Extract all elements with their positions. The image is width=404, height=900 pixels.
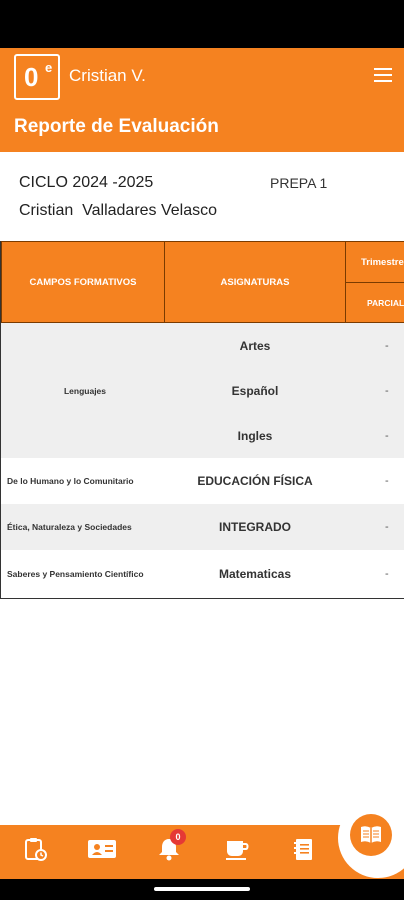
hamburger-menu-icon[interactable]	[374, 68, 392, 82]
coffee-cup-icon[interactable]	[224, 836, 250, 862]
grade-cell: -	[385, 475, 389, 487]
grade-cell: -	[385, 568, 389, 580]
grade-cell: -	[385, 340, 389, 352]
app-logo: 0 e	[14, 54, 60, 100]
student-info: CICLO 2024 -2025 PREPA 1 Cristian Vallad…	[0, 152, 404, 240]
status-bar	[0, 0, 404, 48]
clipboard-clock-icon[interactable]	[22, 836, 48, 862]
subject-cell: INTEGRADO	[219, 520, 291, 534]
user-name: Cristian V.	[69, 66, 146, 85]
header-parcial: PARCIAL	[345, 282, 404, 323]
school-cycle: CICLO 2024 -2025	[19, 174, 154, 191]
open-book-icon	[361, 826, 381, 843]
subject-cell: EDUCACIÓN FÍSICA	[197, 474, 313, 488]
logo-text: 0	[24, 62, 39, 92]
subject-cell: Matematicas	[218, 567, 292, 581]
grade-level: PREPA 1	[270, 175, 328, 191]
app-header: 0 e Cristian V. Reporte de Evaluación	[0, 48, 404, 152]
campo-formativo-cell: Lenguajes	[63, 385, 107, 396]
notification-badge: 0	[170, 829, 186, 845]
evaluation-table: CAMPOS FORMATIVOS ASIGNATURAS Trimestre …	[0, 241, 404, 599]
page-title: Reporte de Evaluación	[14, 116, 219, 137]
table-row: De lo Humano y lo Comunitario EDUCACIÓN …	[1, 458, 404, 504]
header-campos-formativos: CAMPOS FORMATIVOS	[1, 241, 165, 323]
notebook-icon[interactable]	[291, 836, 317, 862]
table-row: Ética, Naturaleza y Sociedades INTEGRADO…	[1, 504, 404, 550]
campo-formativo-cell: Ética, Naturaleza y Sociedades	[7, 522, 132, 532]
grade-cell: -	[385, 430, 389, 442]
logo-superscript: e	[45, 60, 53, 75]
campo-formativo-cell: Saberes y Pensamiento Científico	[7, 569, 144, 579]
home-gesture-handle[interactable]	[154, 887, 250, 891]
subject-cell: Español	[231, 384, 279, 398]
table-row: Saberes y Pensamiento Científico Matemat…	[1, 550, 404, 598]
contact-card-icon[interactable]	[87, 836, 117, 862]
grade-cell: -	[385, 385, 389, 397]
subject-cell: Artes	[239, 339, 271, 353]
student-name: Cristian Valladares Velasco	[19, 202, 218, 219]
open-book-fab-button[interactable]	[350, 814, 392, 856]
header-asignaturas: ASIGNATURAS	[164, 241, 346, 323]
table-row-group-lenguajes: Lenguajes Artes - Español - Ingles -	[1, 323, 404, 458]
campo-formativo-cell: De lo Humano y lo Comunitario	[7, 476, 134, 486]
subject-cell: Ingles	[237, 429, 273, 443]
header-trimestre: Trimestre	[345, 241, 404, 283]
grade-cell: -	[385, 521, 389, 533]
